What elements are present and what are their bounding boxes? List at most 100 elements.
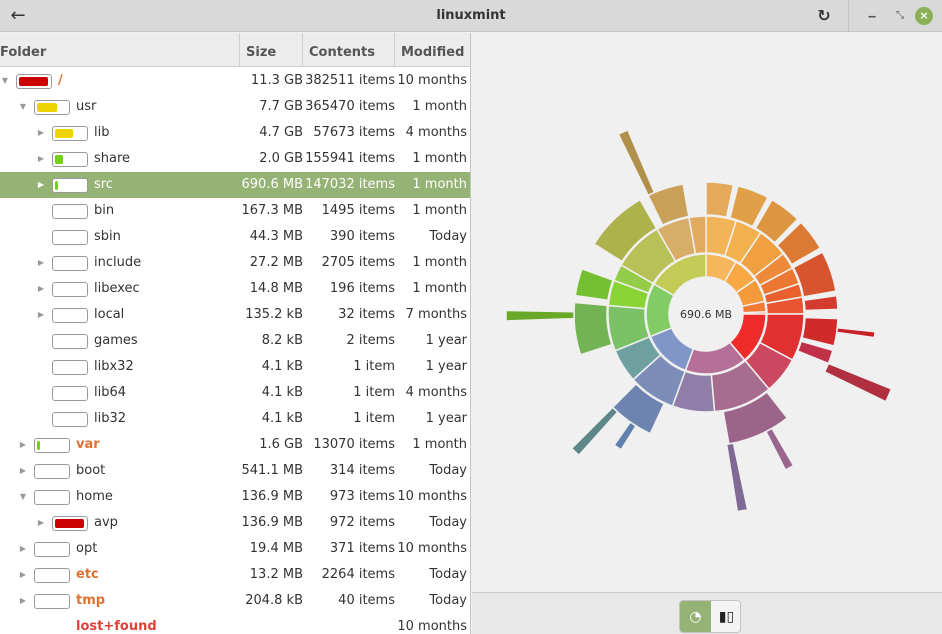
table-row[interactable]: ▼ / 11.3 GB 382511 items 10 months bbox=[0, 68, 470, 94]
expander-closed-icon[interactable]: ▶ bbox=[35, 172, 47, 198]
table-row[interactable]: lost+found 10 months bbox=[0, 614, 470, 634]
table-row[interactable]: games 8.2 kB 2 items 1 year bbox=[0, 328, 470, 354]
usage-bar bbox=[52, 360, 88, 375]
folder-modified: 1 month bbox=[412, 177, 467, 192]
folder-name: / bbox=[58, 73, 63, 88]
folder-contents: 371 items bbox=[329, 541, 395, 556]
ring3-segment[interactable] bbox=[705, 181, 735, 219]
expander-open-icon[interactable]: ▼ bbox=[0, 68, 11, 94]
folder-size: 4.7 GB bbox=[259, 125, 303, 140]
usage-bar bbox=[52, 152, 88, 167]
usage-bar-fill bbox=[55, 519, 84, 528]
expander-closed-icon[interactable]: ▶ bbox=[17, 536, 29, 562]
table-row[interactable]: ▶ opt 19.4 MB 371 items 10 months bbox=[0, 536, 470, 562]
table-row[interactable]: ▶ etc 13.2 MB 2264 items Today bbox=[0, 562, 470, 588]
reload-button[interactable]: ↻ bbox=[812, 4, 836, 28]
expander-closed-icon[interactable]: ▶ bbox=[17, 562, 29, 588]
maximize-button[interactable]: ⤡ bbox=[890, 6, 910, 26]
folder-size: 2.0 GB bbox=[259, 151, 303, 166]
ring4-segment[interactable] bbox=[725, 442, 749, 513]
folder-name: lib64 bbox=[94, 385, 127, 400]
ring4-segment[interactable] bbox=[505, 309, 575, 322]
column-header-modified[interactable]: Modified bbox=[395, 33, 470, 67]
folder-contents: 13070 items bbox=[313, 437, 395, 452]
expander-closed-icon[interactable]: ▶ bbox=[35, 146, 47, 172]
folder-size: 1.6 GB bbox=[259, 437, 303, 452]
column-header-contents[interactable]: Contents bbox=[303, 33, 395, 67]
table-row[interactable]: ▶ local 135.2 kB 32 items 7 months bbox=[0, 302, 470, 328]
table-row[interactable]: ▶ include 27.2 MB 2705 items 1 month bbox=[0, 250, 470, 276]
ring3-segment[interactable] bbox=[574, 267, 614, 302]
table-row[interactable]: ▶ avp 136.9 MB 972 items Today bbox=[0, 510, 470, 536]
ring3-segment[interactable] bbox=[803, 294, 839, 312]
table-row[interactable]: ▶ boot 541.1 MB 314 items Today bbox=[0, 458, 470, 484]
table-row[interactable]: ▶ lib 4.7 GB 57673 items 4 months bbox=[0, 120, 470, 146]
close-icon: × bbox=[919, 9, 929, 22]
ring4-segment[interactable] bbox=[613, 421, 638, 451]
ring4-segment[interactable] bbox=[570, 406, 619, 457]
expander-closed-icon[interactable]: ▶ bbox=[35, 510, 47, 536]
expander-closed-icon[interactable]: ▶ bbox=[17, 458, 29, 484]
folder-name: tmp bbox=[76, 593, 106, 608]
expander-closed-icon[interactable]: ▶ bbox=[35, 120, 47, 146]
table-row[interactable]: ▶ share 2.0 GB 155941 items 1 month bbox=[0, 146, 470, 172]
folder-contents: 390 items bbox=[329, 229, 395, 244]
table-row[interactable]: bin 167.3 MB 1495 items 1 month bbox=[0, 198, 470, 224]
window-title: linuxmint bbox=[436, 8, 506, 23]
ring3-segment[interactable] bbox=[801, 316, 839, 347]
sunburst-chart[interactable]: 690.6 MB bbox=[472, 33, 942, 592]
expander-closed-icon[interactable]: ▶ bbox=[35, 302, 47, 328]
folder-size: 8.2 kB bbox=[261, 333, 303, 348]
table-row[interactable]: ▶ libexec 14.8 MB 196 items 1 month bbox=[0, 276, 470, 302]
folder-name: src bbox=[94, 177, 113, 192]
folder-contents: 57673 items bbox=[313, 125, 395, 140]
folder-contents: 382511 items bbox=[305, 73, 395, 88]
usage-bar bbox=[52, 516, 88, 531]
usage-bar bbox=[34, 594, 70, 609]
folder-modified: 4 months bbox=[405, 385, 467, 400]
folder-modified: 1 month bbox=[412, 151, 467, 166]
rings-chart-button[interactable]: ◔ bbox=[680, 601, 711, 632]
folder-size: 136.9 MB bbox=[241, 489, 303, 504]
ring4-segment[interactable] bbox=[835, 326, 876, 339]
usage-bar bbox=[52, 282, 88, 297]
table-row[interactable]: sbin 44.3 MB 390 items Today bbox=[0, 224, 470, 250]
expander-closed-icon[interactable]: ▶ bbox=[35, 250, 47, 276]
ring3-segment[interactable] bbox=[573, 301, 613, 356]
folder-modified: Today bbox=[429, 515, 467, 530]
folder-size: 135.2 kB bbox=[245, 307, 303, 322]
table-row[interactable]: ▼ home 136.9 MB 973 items 10 months bbox=[0, 484, 470, 510]
ring4-segment[interactable] bbox=[823, 362, 893, 403]
table-row[interactable]: lib64 4.1 kB 1 item 4 months bbox=[0, 380, 470, 406]
close-button[interactable]: × bbox=[915, 7, 933, 25]
folder-contents: 1 item bbox=[353, 385, 395, 400]
folder-modified: 4 months bbox=[405, 125, 467, 140]
folder-contents: 1495 items bbox=[321, 203, 395, 218]
expander-open-icon[interactable]: ▼ bbox=[17, 484, 29, 510]
table-row[interactable]: lib32 4.1 kB 1 item 1 year bbox=[0, 406, 470, 432]
table-row[interactable]: ▶ src 690.6 MB 147032 items 1 month bbox=[0, 172, 470, 198]
expander-closed-icon[interactable]: ▶ bbox=[35, 276, 47, 302]
column-header-size[interactable]: Size bbox=[240, 33, 303, 67]
table-row[interactable]: ▶ tmp 204.8 kB 40 items Today bbox=[0, 588, 470, 614]
folder-size: 11.3 GB bbox=[250, 73, 303, 88]
folder-modified: 1 year bbox=[425, 411, 467, 426]
folder-name: etc bbox=[76, 567, 99, 582]
expander-open-icon[interactable]: ▼ bbox=[17, 94, 29, 120]
chart-center-label: 690.6 MB bbox=[680, 308, 732, 321]
folder-contents: 40 items bbox=[338, 593, 395, 608]
treemap-chart-button[interactable]: ▮▯ bbox=[711, 601, 740, 632]
table-header: Folder Size Contents Modified bbox=[0, 33, 470, 67]
folder-contents: 147032 items bbox=[305, 177, 395, 192]
table-row[interactable]: libx32 4.1 kB 1 item 1 year bbox=[0, 354, 470, 380]
expander-closed-icon[interactable]: ▶ bbox=[17, 588, 29, 614]
table-row[interactable]: ▼ usr 7.7 GB 365470 items 1 month bbox=[0, 94, 470, 120]
folder-contents: 2264 items bbox=[321, 567, 395, 582]
folder-name: home bbox=[76, 489, 113, 504]
column-header-folder[interactable]: Folder bbox=[0, 33, 240, 67]
expander-closed-icon[interactable]: ▶ bbox=[17, 432, 29, 458]
minimize-button[interactable]: ‒ bbox=[862, 6, 882, 26]
ring4-segment[interactable] bbox=[617, 128, 656, 197]
table-row[interactable]: ▶ var 1.6 GB 13070 items 1 month bbox=[0, 432, 470, 458]
ring4-segment[interactable] bbox=[764, 427, 795, 471]
